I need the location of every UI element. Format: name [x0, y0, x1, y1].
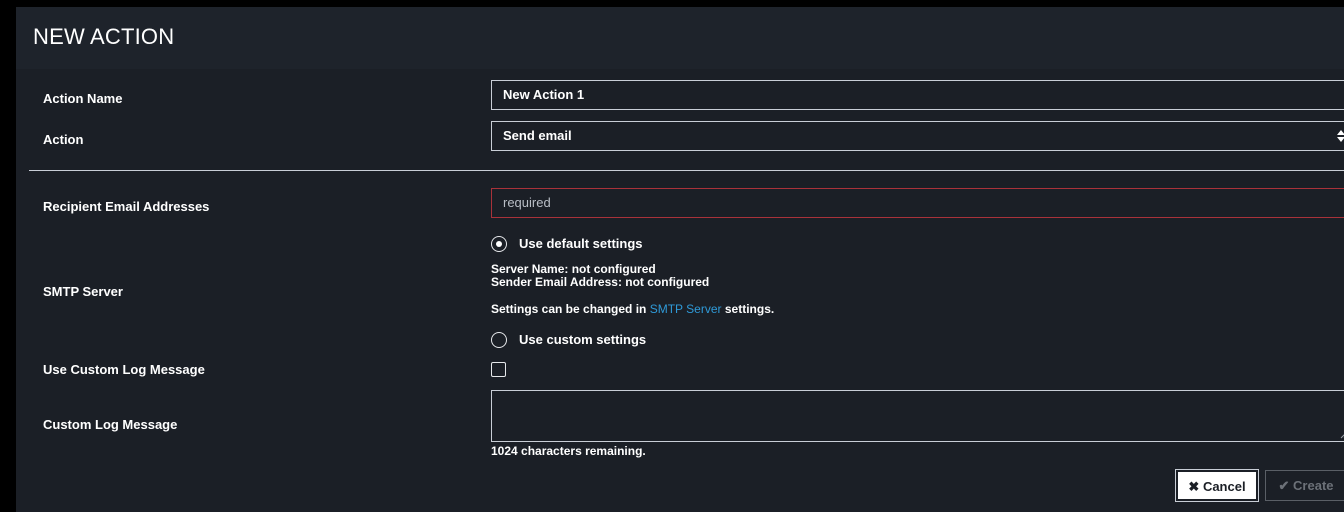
radio-selected-dot — [495, 240, 502, 247]
smtp-custom-label[interactable]: Use custom settings — [519, 332, 646, 347]
sender-email-info: Sender Email Address: not configured — [491, 275, 710, 289]
create-button-label: Create — [1293, 478, 1334, 493]
new-action-dialog: NEW ACTION Action Name New Action 1 Acti… — [13, 7, 1344, 512]
use-custom-log-checkbox[interactable] — [491, 362, 506, 377]
dialog-header — [16, 7, 1344, 69]
use-custom-log-label: Use Custom Log Message — [43, 362, 205, 377]
settings-note: Settings can be changed in SMTP Server s… — [491, 303, 774, 315]
server-name-info: Server Name: not configured — [491, 262, 656, 276]
custom-log-message-label: Custom Log Message — [43, 417, 178, 432]
smtp-default-radio[interactable] — [491, 236, 507, 252]
x-icon: ✖ — [1188, 479, 1200, 494]
cancel-button[interactable]: ✖ Cancel — [1175, 469, 1259, 502]
smtp-server-link[interactable]: SMTP Server — [650, 302, 722, 316]
select-arrows-icon — [1337, 130, 1344, 142]
action-name-label: Action Name — [43, 91, 123, 106]
smtp-default-label[interactable]: Use default settings — [519, 236, 643, 251]
smtp-server-label: SMTP Server — [43, 284, 123, 299]
smtp-custom-radio[interactable] — [491, 332, 507, 348]
chars-remaining: 1024 characters remaining. — [491, 444, 646, 458]
settings-prefix: Settings can be changed in — [491, 302, 647, 316]
section-divider — [29, 170, 1344, 171]
check-icon: ✔ — [1278, 478, 1290, 493]
settings-suffix: settings. — [724, 302, 775, 316]
action-select[interactable]: Send email — [491, 121, 1344, 151]
recipients-label: Recipient Email Addresses — [43, 199, 210, 214]
cancel-button-label: Cancel — [1202, 479, 1246, 494]
recipients-placeholder: required — [503, 195, 551, 210]
dialog-title: NEW ACTION — [33, 24, 175, 49]
recipients-input[interactable]: required — [491, 188, 1344, 218]
resize-handle-icon[interactable] — [1340, 431, 1344, 439]
create-button[interactable]: ✔ Create — [1265, 470, 1344, 501]
action-name-value: New Action 1 — [503, 87, 585, 102]
action-select-value: Send email — [503, 128, 572, 143]
action-name-input[interactable]: New Action 1 — [491, 80, 1344, 110]
custom-log-message-textarea[interactable] — [491, 390, 1344, 442]
action-label: Action — [43, 132, 84, 147]
